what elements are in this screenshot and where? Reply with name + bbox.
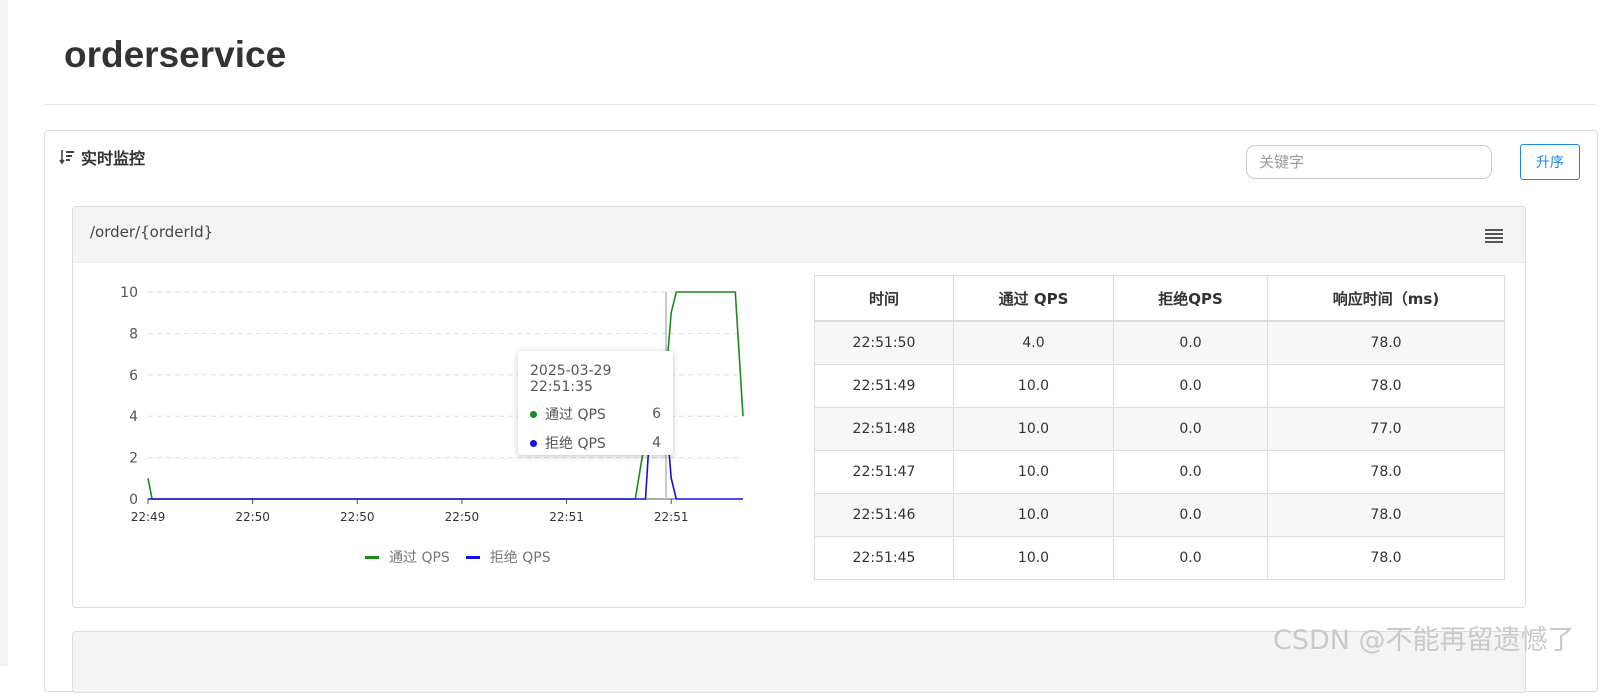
x-tick-label: 22:51 [654, 510, 689, 524]
tooltip-row-block: 拒绝 QPS 4 [530, 433, 661, 453]
cell-block-qps: 0.0 [1113, 320, 1268, 365]
table-header-row: 时间 通过 QPS 拒绝QPS 响应时间（ms) [814, 275, 1505, 322]
card-header: /order/{orderId} [73, 207, 1525, 263]
cell-pass-qps: 10.0 [953, 407, 1114, 451]
header-pass-qps: 通过 QPS [953, 275, 1114, 322]
header-block-qps: 拒绝QPS [1113, 275, 1268, 322]
table-row: 22:51:47 10.0 0.0 78.0 [814, 450, 1505, 494]
header-response-time: 响应时间（ms) [1267, 275, 1505, 322]
cell-response-time: 78.0 [1267, 536, 1505, 580]
cell-time: 22:51:47 [814, 450, 954, 494]
menu-icon[interactable] [1483, 224, 1505, 246]
x-tick-label: 22:51 [549, 510, 584, 524]
cell-block-qps: 0.0 [1113, 364, 1268, 408]
tooltip-time: 2025-03-29 22:51:35 [530, 363, 612, 395]
chart-tooltip: 2025-03-29 22:51:35 通过 QPS 6 拒绝 QPS 4 [518, 351, 673, 455]
page-title: orderservice [64, 34, 287, 75]
tooltip-block-value: 4 [652, 435, 661, 451]
cell-response-time: 78.0 [1267, 364, 1505, 408]
resource-card: /order/{orderId} 0 2 4 6 8 10 22:49 22:50 22:50 2… [72, 206, 1526, 608]
table-row: 22:51:48 10.0 0.0 77.0 [814, 407, 1505, 451]
cell-block-qps: 0.0 [1113, 536, 1268, 580]
x-tick-label: 22:50 [235, 510, 270, 524]
tooltip-pass-name: 通过 QPS [545, 407, 606, 423]
watermark: CSDN @不能再留遗憾了 [1273, 625, 1575, 656]
table-row: 22:51:46 10.0 0.0 78.0 [814, 493, 1505, 537]
resource-name: /order/{orderId} [90, 223, 214, 241]
left-strip [0, 0, 8, 666]
panel-heading-label: 实时监控 [81, 149, 146, 168]
title-divider [44, 104, 1596, 105]
cell-block-qps: 0.0 [1113, 493, 1268, 537]
y-tick-label: 10 [120, 285, 138, 301]
pass-dot-icon [530, 410, 537, 418]
qps-chart: 0 2 4 6 8 10 22:49 22:50 22:50 22:50 22:51 22:51 20… [103, 269, 783, 589]
y-tick-label: 8 [129, 326, 138, 342]
cell-time: 22:51:46 [814, 493, 954, 537]
cell-time: 22:51:45 [814, 536, 954, 580]
ascending-sort-button[interactable]: 升序 [1520, 144, 1580, 180]
x-tick-label: 22:50 [340, 510, 375, 524]
tooltip-pass-value: 6 [652, 406, 661, 422]
tooltip-row-pass: 通过 QPS 6 [530, 404, 661, 424]
cell-pass-qps: 4.0 [953, 320, 1114, 365]
cell-time: 22:51:48 [814, 407, 954, 451]
cell-pass-qps: 10.0 [953, 450, 1114, 494]
table-row: 22:51:45 10.0 0.0 78.0 [814, 536, 1505, 580]
cell-pass-qps: 10.0 [953, 493, 1114, 537]
sort-icon [59, 150, 74, 165]
cell-response-time: 78.0 [1267, 450, 1505, 494]
cell-response-time: 77.0 [1267, 407, 1505, 451]
cell-response-time: 78.0 [1267, 320, 1505, 365]
legend-item-pass[interactable]: 通过 QPS [365, 547, 450, 567]
cell-pass-qps: 10.0 [953, 364, 1114, 408]
header-time: 时间 [814, 275, 954, 322]
cell-block-qps: 0.0 [1113, 407, 1268, 451]
keyword-search-input[interactable] [1246, 145, 1492, 179]
realtime-monitor-panel: 实时监控 升序 /order/{orderId} 0 2 4 6 8 10 22:49 22:… [44, 130, 1598, 693]
block-dot-icon [530, 439, 537, 447]
y-tick-label: 6 [129, 368, 138, 384]
y-tick-label: 0 [129, 492, 138, 508]
legend-block-line-icon [465, 555, 480, 559]
y-tick-label: 4 [129, 409, 138, 425]
cell-time: 22:51:50 [814, 320, 954, 365]
x-tick-label: 22:50 [445, 510, 480, 524]
cell-pass-qps: 10.0 [953, 536, 1114, 580]
legend-pass-line-icon [365, 555, 379, 559]
table-row: 22:51:50 4.0 0.0 78.0 [814, 320, 1505, 365]
panel-heading: 实时监控 [59, 145, 145, 169]
legend-item-block[interactable]: 拒绝 QPS [465, 547, 551, 567]
cell-time: 22:51:49 [814, 364, 954, 408]
y-tick-label: 2 [129, 451, 138, 467]
legend-block-label: 拒绝 QPS [489, 550, 551, 566]
metrics-table: 时间 通过 QPS 拒绝QPS 响应时间（ms) 22:51:50 4.0 0.… [814, 275, 1505, 580]
legend-pass-label: 通过 QPS [389, 550, 450, 566]
cell-block-qps: 0.0 [1113, 450, 1268, 494]
tooltip-block-name: 拒绝 QPS [545, 436, 606, 452]
table-row: 22:51:49 10.0 0.0 78.0 [814, 364, 1505, 408]
cell-response-time: 78.0 [1267, 493, 1505, 537]
chart-legend: 通过 QPS 拒绝 QPS [365, 547, 567, 567]
x-tick-label: 22:49 [131, 510, 166, 524]
qps-chart-svg: 0 2 4 6 8 10 22:49 22:50 22:50 22:50 22:51 22:51 [120, 285, 744, 524]
